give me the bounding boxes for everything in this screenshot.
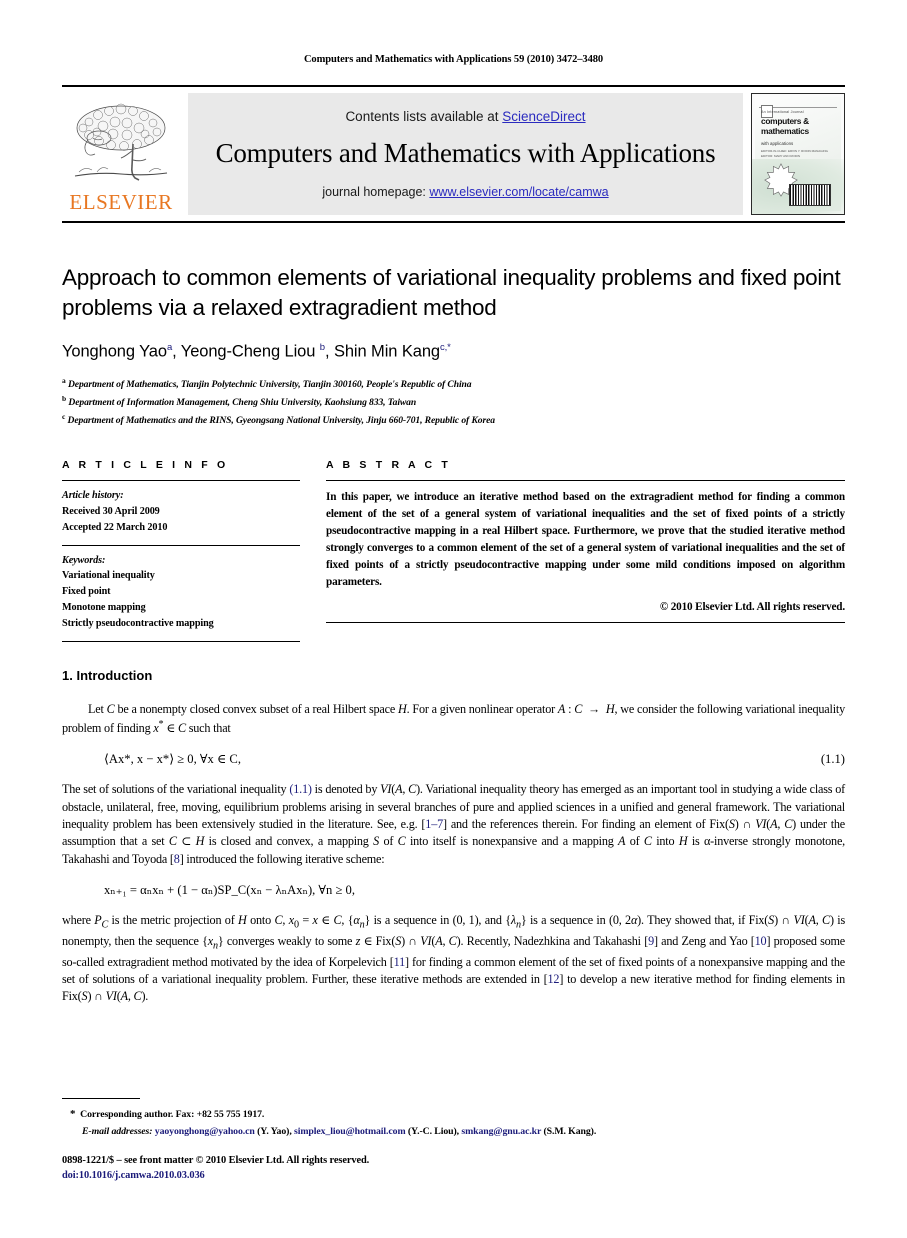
- email-owner-yao: (Y. Yao): [257, 1125, 290, 1137]
- abstract-copyright: © 2010 Elsevier Ltd. All rights reserved…: [659, 601, 845, 614]
- journal-title: Computers and Mathematics with Applicati…: [215, 138, 716, 168]
- article-history-group: Article history: Received 30 April 2009 …: [62, 481, 300, 544]
- running-head: Computers and Mathematics with Applicati…: [303, 54, 604, 65]
- email-link-liou[interactable]: simplex_liou@hotmail.com: [294, 1126, 406, 1137]
- cover-barcode: [789, 184, 831, 206]
- article-info-heading: A R T I C L E I N F O: [62, 459, 229, 472]
- footnote-divider: [62, 1098, 140, 1100]
- journal-masthead: ELSEVIER Contents lists available at Sci…: [62, 85, 845, 223]
- email-link-yao[interactable]: yaoyonghong@yahoo.cn: [155, 1126, 255, 1137]
- article-title-block: Approach to common elements of variation…: [62, 263, 845, 429]
- info-abstract-row: A R T I C L E I N F O Article history: R…: [62, 459, 845, 642]
- corresponding-author-note: * Corresponding author. Fax: +82 55 755 …: [62, 1106, 845, 1124]
- equation-1-1-row: ⟨Ax*, x − x*⟩ ≥ 0, ∀x ∈ C, (1.1): [62, 751, 845, 767]
- email-addresses-label: E-mail addresses:: [82, 1125, 153, 1137]
- citation-12[interactable]: 12: [548, 972, 560, 986]
- author-list: Yonghong Yaoa, Yeong-Cheng Liou b, Shin …: [62, 342, 451, 361]
- equation-1-1-number: (1.1): [820, 752, 845, 767]
- contents-prefix: Contents lists available at: [345, 109, 503, 124]
- article-info-column: A R T I C L E I N F O Article history: R…: [62, 459, 300, 642]
- cover-kicker: An International Journal: [761, 110, 804, 114]
- affiliation-text: Department of Mathematics and the RINS, …: [67, 415, 495, 427]
- article-received-date: Received 30 April 2009: [62, 506, 160, 518]
- citation-1-7[interactable]: 1–7: [425, 817, 443, 831]
- email-link-kang[interactable]: smkang@gnu.ac.kr: [461, 1126, 541, 1137]
- citation-10[interactable]: 10: [755, 934, 767, 948]
- affiliation-list: a Department of Mathematics, Tianjin Pol…: [62, 375, 845, 429]
- citation-8[interactable]: 8: [174, 852, 180, 866]
- keywords-group: Keywords: Variational inequality Fixed p…: [62, 546, 300, 641]
- introduction-section: 1. Introduction Let C be a nonempty clos…: [62, 668, 845, 1006]
- divider: [62, 640, 300, 642]
- affiliation-item: b Department of Information Management, …: [62, 393, 845, 411]
- cover-subtitle: with applications: [761, 141, 794, 146]
- affiliation-text: Department of Information Management, Ch…: [68, 397, 417, 409]
- affiliation-text: Department of Mathematics, Tianjin Polyt…: [67, 379, 472, 391]
- divider: [326, 622, 845, 624]
- sciencedirect-link[interactable]: ScienceDirect: [502, 109, 585, 124]
- affiliation-item: a Department of Mathematics, Tianjin Pol…: [62, 375, 845, 393]
- journal-band: Contents lists available at ScienceDirec…: [188, 93, 743, 215]
- journal-homepage-line: journal homepage: www.elsevier.com/locat…: [322, 185, 608, 199]
- intro-paragraph-3: where PC is the metric projection of H o…: [62, 913, 846, 1004]
- author-affiliation-marker-a: a: [166, 342, 173, 354]
- intro-paragraph-1: Let C be a nonempty closed convex subset…: [62, 701, 845, 736]
- cover-artwork: An International Journal computers & mat…: [752, 97, 844, 214]
- keyword-item: Monotone mapping: [62, 602, 146, 614]
- keyword-item: Fixed point: [62, 586, 111, 598]
- page-title: Approach to common elements of variation…: [62, 265, 841, 320]
- cover-title: computers & mathematics: [761, 116, 837, 137]
- journal-cover-thumbnail[interactable]: An International Journal computers & mat…: [751, 93, 845, 215]
- homepage-prefix: journal homepage:: [322, 185, 430, 199]
- elsevier-logo: ELSEVIER: [62, 93, 180, 215]
- email-addresses-note: E-mail addresses: yaoyonghong@yahoo.cn (…: [82, 1125, 597, 1137]
- equation-2-row: xₙ₊₁ = αₙxₙ + (1 − αₙ)SP_C(xₙ − λₙAxₙ), …: [62, 882, 845, 898]
- abstract-text: In this paper, we introduce an iterative…: [326, 491, 845, 589]
- corresponding-author-text: Corresponding author. Fax: +82 55 755 19…: [80, 1109, 265, 1121]
- section-heading-introduction: 1. Introduction: [62, 667, 153, 683]
- page-footnote: * Corresponding author. Fax: +82 55 755 …: [62, 1098, 845, 1184]
- abstract-column: A B S T R A C T In this paper, we introd…: [326, 459, 845, 642]
- cover-title-line2: mathematics: [761, 125, 809, 136]
- affiliation-marker: a: [62, 375, 66, 385]
- equation-reference-1-1[interactable]: (1.1): [289, 782, 312, 796]
- elsevier-wordmark: ELSEVIER: [69, 190, 173, 214]
- cover-editor-meta: EDITOR-IN-CHIEF: ERVIN Y. RODIN MANAGING…: [761, 149, 828, 158]
- intro-paragraph-2: The set of solutions of the variational …: [62, 782, 846, 866]
- citation-9[interactable]: 9: [648, 934, 654, 948]
- abstract-heading: A B S T R A C T: [326, 459, 451, 472]
- email-owner-kang: (S.M. Kang): [543, 1125, 594, 1137]
- author-affiliation-marker-b: b: [319, 342, 325, 354]
- equation-2: xₙ₊₁ = αₙxₙ + (1 − αₙ)SP_C(xₙ − λₙAxₙ), …: [104, 883, 355, 898]
- elsevier-tree-icon: [74, 103, 168, 181]
- affiliation-marker: b: [62, 393, 67, 403]
- keywords-label: Keywords:: [62, 554, 106, 566]
- keyword-item: Strictly pseudocontractive mapping: [62, 617, 214, 629]
- email-owner-liou: (Y.-C. Liou): [407, 1125, 457, 1137]
- citation-11[interactable]: 11: [394, 955, 406, 969]
- equation-1-1: ⟨Ax*, x − x*⟩ ≥ 0, ∀x ∈ C,: [104, 752, 241, 767]
- asterisk-icon: *: [70, 1108, 76, 1121]
- affiliation-item: c Department of Mathematics and the RINS…: [62, 411, 845, 429]
- journal-article-page: Computers and Mathematics with Applicati…: [0, 0, 907, 1238]
- affiliation-marker: c: [62, 412, 66, 422]
- journal-homepage-link[interactable]: www.elsevier.com/locate/camwa: [429, 185, 608, 199]
- keyword-item: Variational inequality: [62, 570, 155, 582]
- article-accepted-date: Accepted 22 March 2010: [62, 521, 168, 533]
- issn-front-matter: 0898-1221/$ – see front matter © 2010 El…: [62, 1154, 370, 1166]
- doi-link[interactable]: doi:10.1016/j.camwa.2010.03.036: [62, 1168, 845, 1184]
- article-history-label: Article history:: [62, 490, 124, 502]
- contents-available-line: Contents lists available at ScienceDirec…: [345, 109, 585, 124]
- issn-copyright-block: 0898-1221/$ – see front matter © 2010 El…: [62, 1153, 845, 1184]
- author-affiliation-marker-c: c,*: [439, 342, 451, 354]
